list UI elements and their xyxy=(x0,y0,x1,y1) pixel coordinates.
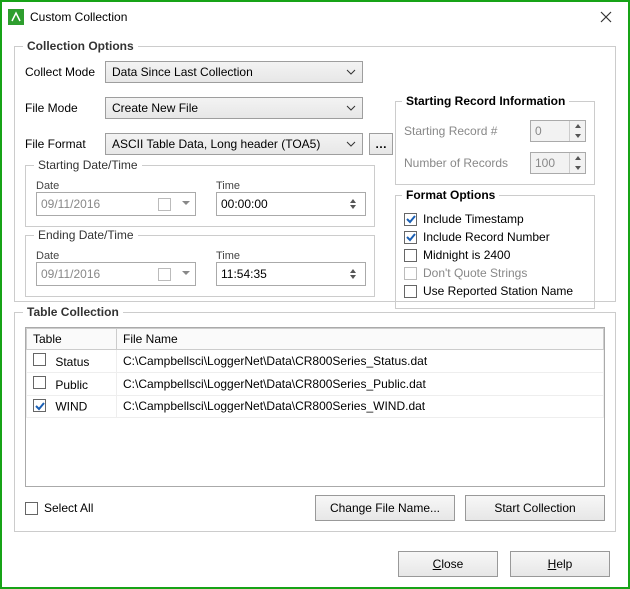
midnight-checkbox[interactable] xyxy=(404,249,417,262)
start-date-value: 09/11/2016 xyxy=(41,197,100,211)
close-icon[interactable] xyxy=(583,2,628,32)
dont-quote-checkbox[interactable] xyxy=(404,267,417,280)
format-options-group: Format Options Include Timestamp Include… xyxy=(395,195,595,309)
include-timestamp-label: Include Timestamp xyxy=(423,212,524,226)
app-icon xyxy=(8,9,24,25)
row-file: C:\Campbellsci\LoggerNet\Data\CR800Serie… xyxy=(117,396,604,418)
row-name: Status xyxy=(55,355,89,369)
start-date-input[interactable]: 09/11/2016 xyxy=(36,192,196,216)
num-records-value: 100 xyxy=(531,153,569,173)
num-records-input[interactable]: 100 xyxy=(530,152,586,174)
num-records-label: Number of Records xyxy=(404,156,508,170)
file-format-value: ASCII Table Data, Long header (TOA5) xyxy=(112,137,320,151)
chevron-down-icon xyxy=(346,139,356,149)
collect-mode-label: Collect Mode xyxy=(25,65,105,79)
table-row[interactable]: Status C:\Campbellsci\LoggerNet\Data\CR8… xyxy=(27,350,604,373)
include-recno-label: Include Record Number xyxy=(423,230,550,244)
midnight-label: Midnight is 2400 xyxy=(423,248,510,262)
end-time-input[interactable]: 11:54:35 xyxy=(216,262,366,286)
use-reported-checkbox[interactable] xyxy=(404,285,417,298)
collect-mode-value: Data Since Last Collection xyxy=(112,65,253,79)
dont-quote-label: Don't Quote Strings xyxy=(423,266,527,280)
starting-dt-legend: Starting Date/Time xyxy=(34,158,142,172)
end-date-label: Date xyxy=(36,250,196,262)
browse-button[interactable]: … xyxy=(369,133,393,155)
file-mode-combo[interactable]: Create New File xyxy=(105,97,363,119)
row-name: WIND xyxy=(55,400,87,414)
spin-down-icon[interactable] xyxy=(345,204,361,210)
end-date-value: 09/11/2016 xyxy=(41,267,100,281)
close-button[interactable]: Close xyxy=(398,551,498,577)
starting-record-legend: Starting Record Information xyxy=(402,94,569,108)
file-mode-label: File Mode xyxy=(25,101,105,115)
row-checkbox[interactable] xyxy=(33,376,46,389)
start-collection-button[interactable]: Start Collection xyxy=(465,495,605,521)
row-file: C:\Campbellsci\LoggerNet\Data\CR800Serie… xyxy=(117,350,604,373)
file-format-label: File Format xyxy=(25,137,105,151)
spin-down-icon[interactable] xyxy=(345,274,361,280)
row-name: Public xyxy=(55,378,88,392)
starting-recno-input[interactable]: 0 xyxy=(530,120,586,142)
ending-datetime-group: Ending Date/Time Date 09/11/2016 xyxy=(25,235,375,297)
include-timestamp-checkbox[interactable] xyxy=(404,213,417,226)
end-date-input[interactable]: 09/11/2016 xyxy=(36,262,196,286)
starting-record-group: Starting Record Information Starting Rec… xyxy=(395,101,595,185)
titlebar: Custom Collection xyxy=(2,2,628,32)
starting-datetime-group: Starting Date/Time Date 09/11/2016 xyxy=(25,165,375,227)
select-all-checkbox[interactable] xyxy=(25,502,38,515)
collection-options-legend: Collection Options xyxy=(23,39,138,53)
end-time-label: Time xyxy=(216,250,366,262)
collection-options-group: Collection Options Collect Mode Data Sin… xyxy=(14,46,616,302)
ending-dt-legend: Ending Date/Time xyxy=(34,228,138,242)
file-mode-value: Create New File xyxy=(112,101,198,115)
table-collection-group: Table Collection Table File Name Status … xyxy=(14,312,616,532)
table-collection-legend: Table Collection xyxy=(23,305,123,319)
start-time-value: 00:00:00 xyxy=(221,197,268,211)
table-row[interactable]: WIND C:\Campbellsci\LoggerNet\Data\CR800… xyxy=(27,396,604,418)
end-time-value: 11:54:35 xyxy=(221,267,267,281)
window-title: Custom Collection xyxy=(30,10,583,24)
help-button[interactable]: Help xyxy=(510,551,610,577)
table-list[interactable]: Table File Name Status C:\Campbellsci\Lo… xyxy=(25,327,605,487)
spin-down-icon[interactable] xyxy=(570,131,585,141)
include-recno-checkbox[interactable] xyxy=(404,231,417,244)
chevron-down-icon xyxy=(346,103,356,113)
col-filename-header[interactable]: File Name xyxy=(117,329,604,350)
collect-mode-combo[interactable]: Data Since Last Collection xyxy=(105,61,363,83)
row-checkbox[interactable] xyxy=(33,353,46,366)
spin-down-icon[interactable] xyxy=(570,163,585,173)
spin-up-icon[interactable] xyxy=(570,121,585,131)
starting-recno-value: 0 xyxy=(531,121,569,141)
row-file: C:\Campbellsci\LoggerNet\Data\CR800Serie… xyxy=(117,373,604,396)
start-date-enable-checkbox[interactable] xyxy=(158,198,171,211)
end-date-enable-checkbox[interactable] xyxy=(158,268,171,281)
table-row[interactable]: Public C:\Campbellsci\LoggerNet\Data\CR8… xyxy=(27,373,604,396)
select-all-label: Select All xyxy=(44,501,93,515)
start-date-label: Date xyxy=(36,180,196,192)
calendar-drop-icon[interactable] xyxy=(181,267,191,281)
calendar-drop-icon[interactable] xyxy=(181,197,191,211)
use-reported-label: Use Reported Station Name xyxy=(423,284,573,298)
change-file-name-button[interactable]: Change File Name... xyxy=(315,495,455,521)
starting-recno-label: Starting Record # xyxy=(404,124,497,138)
chevron-down-icon xyxy=(346,67,356,77)
start-time-input[interactable]: 00:00:00 xyxy=(216,192,366,216)
row-checkbox[interactable] xyxy=(33,399,46,412)
format-options-legend: Format Options xyxy=(402,188,499,202)
file-format-combo[interactable]: ASCII Table Data, Long header (TOA5) xyxy=(105,133,363,155)
col-table-header[interactable]: Table xyxy=(27,329,117,350)
start-time-label: Time xyxy=(216,180,366,192)
spin-up-icon[interactable] xyxy=(570,153,585,163)
